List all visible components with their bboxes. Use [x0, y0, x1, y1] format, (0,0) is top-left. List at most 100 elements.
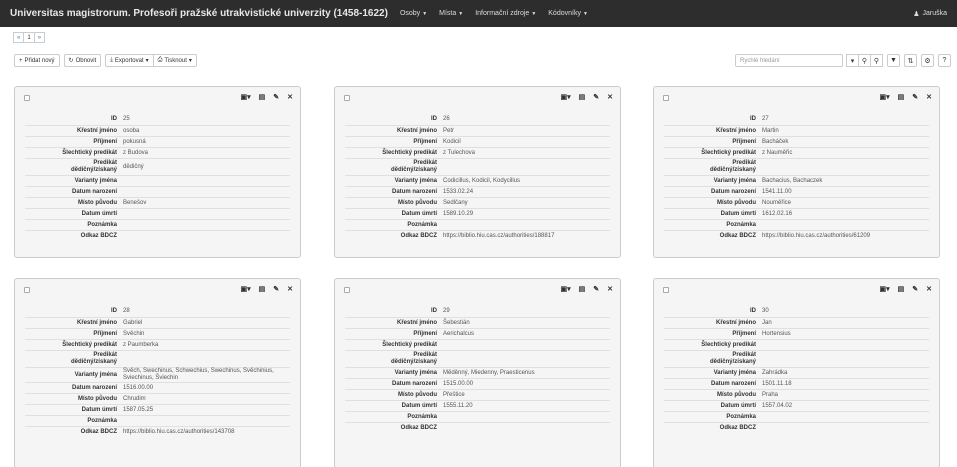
- add-new-label: Přidat nový: [24, 57, 55, 64]
- field-value: z Budova: [123, 149, 149, 156]
- zoom-icon: ⚲: [873, 57, 880, 65]
- menu-mista[interactable]: Místa ▼: [439, 10, 463, 17]
- add-new-button[interactable]: + Přidat nový: [14, 54, 60, 67]
- field-label: ID: [111, 116, 117, 122]
- add-dropdown-button[interactable]: ▣▾: [879, 93, 889, 101]
- field-label: Datum narození: [710, 188, 756, 195]
- field-label: Šlechtický predikát: [701, 341, 756, 348]
- field-surname: Příjmení Bacháček: [664, 136, 929, 147]
- edit-icon[interactable]: ✎: [273, 285, 279, 293]
- add-dropdown-button[interactable]: ▣▾: [560, 285, 570, 293]
- add-dropdown-button[interactable]: ▣▾: [879, 285, 889, 293]
- user-menu[interactable]: ♟ Jaruška: [913, 10, 947, 18]
- menu-osoby[interactable]: Osoby ▼: [400, 10, 427, 17]
- field-surname: Příjmení Svěchin: [25, 328, 290, 339]
- field-label: Šlechtický predikát: [62, 341, 117, 348]
- user-icon: ♟: [913, 10, 920, 18]
- field-first-name: Křestní jméno Petr: [345, 125, 610, 136]
- chevron-down-icon: ▾: [145, 58, 149, 64]
- card-body: ID 26 Křestní jméno Petr Příjmení Kodicil Š…: [335, 114, 620, 245]
- select-checkbox[interactable]: [344, 95, 350, 101]
- field-variants: Varianty jména Zahrádka: [664, 367, 929, 378]
- field-label: Predikát dědičný/získaný: [25, 160, 121, 174]
- field-value: Svěchin: [123, 330, 145, 337]
- field-label: Křestní jméno: [76, 127, 117, 134]
- edit-icon[interactable]: ✎: [912, 285, 918, 293]
- field-surname: Příjmení Hortensius: [664, 328, 929, 339]
- field-label-line1: Predikát: [732, 160, 756, 166]
- close-icon[interactable]: ✕: [926, 93, 932, 101]
- detail-view-button[interactable]: ▤: [579, 93, 586, 101]
- detail-view-button[interactable]: ▤: [259, 285, 266, 293]
- field-label: Datum narození: [391, 188, 437, 195]
- chevron-down-icon: ▾: [188, 58, 192, 64]
- field-birth: Datum narození 1516.00.00: [25, 382, 290, 393]
- select-checkbox[interactable]: [663, 95, 669, 101]
- detail-view-button[interactable]: ▤: [898, 93, 905, 101]
- field-label: Místo původu: [78, 199, 117, 206]
- quick-search-input[interactable]: Rychlé hledání: [735, 54, 843, 67]
- field-value[interactable]: https://biblio.hiu.cas.cz/authorities/18…: [441, 233, 610, 240]
- close-icon[interactable]: ✕: [607, 93, 613, 101]
- export-label: Exportovat: [114, 57, 144, 64]
- field-value: Bachacius, Bachaczek: [762, 177, 823, 184]
- field-origin: Místo původu Chrudim: [25, 393, 290, 404]
- field-value[interactable]: https://biblio.hiu.cas.cz/authorities/61…: [760, 233, 929, 240]
- field-label: Odkaz BDCZ: [719, 232, 756, 239]
- select-checkbox[interactable]: [344, 287, 350, 293]
- export-button[interactable]: ⤓ Exportovat ▾: [105, 54, 154, 67]
- add-dropdown-button[interactable]: ▣▾: [240, 93, 250, 101]
- select-checkbox[interactable]: [24, 95, 30, 101]
- menu-kodovniky-label: Kódovníky: [548, 10, 581, 17]
- sort-button[interactable]: ⇅: [904, 54, 917, 67]
- field-value: Hortensius: [762, 330, 791, 337]
- field-id: ID 27: [664, 114, 929, 125]
- field-value: 1533.02.24: [443, 188, 474, 195]
- app-title[interactable]: Universitas magistrorum. Profesoři pražs…: [10, 8, 388, 19]
- refresh-icon: ↻: [68, 58, 74, 64]
- settings-button[interactable]: ⚙: [921, 54, 934, 67]
- field-label: Příjmení: [93, 138, 117, 145]
- field-bdcz: Odkaz BDCZ: [664, 422, 929, 433]
- refresh-button[interactable]: ↻ Obnovit: [63, 54, 102, 67]
- edit-icon[interactable]: ✎: [593, 285, 599, 293]
- filter-icon: ▼: [890, 57, 897, 64]
- select-checkbox[interactable]: [24, 287, 30, 293]
- menu-informacni-zdroje[interactable]: Informační zdroje ▼: [475, 10, 536, 17]
- close-icon[interactable]: ✕: [287, 93, 293, 101]
- field-note: Poznámka: [25, 219, 290, 230]
- field-id: ID 25: [25, 114, 290, 125]
- edit-icon[interactable]: ✎: [273, 93, 279, 101]
- edit-icon[interactable]: ✎: [593, 93, 599, 101]
- field-bdcz: Odkaz BDCZ https://biblio.hiu.cas.cz/auth…: [664, 230, 929, 241]
- page-next-button[interactable]: »: [33, 32, 46, 43]
- detail-view-button[interactable]: ▤: [579, 285, 586, 293]
- field-value: Přeštice: [443, 391, 465, 398]
- toolbar: + Přidat nový ↻ Obnovit ⤓ Exportovat ▾ ⎙ Tisk…: [14, 54, 197, 67]
- field-noble-predicate: Šlechtický predikát: [345, 339, 610, 350]
- add-dropdown-button[interactable]: ▣▾: [240, 285, 250, 293]
- field-label: Varianty jména: [394, 177, 437, 184]
- field-note: Poznámka: [25, 415, 290, 426]
- advanced-search-button[interactable]: ⚲: [870, 54, 883, 67]
- field-label: Odkaz BDCZ: [400, 232, 437, 239]
- help-button[interactable]: ?: [938, 54, 951, 67]
- detail-view-button[interactable]: ▤: [259, 93, 266, 101]
- select-checkbox[interactable]: [663, 287, 669, 293]
- close-icon[interactable]: ✕: [926, 285, 932, 293]
- close-icon[interactable]: ✕: [607, 285, 613, 293]
- close-icon[interactable]: ✕: [287, 285, 293, 293]
- menu-kodovniky[interactable]: Kódovníky ▼: [548, 10, 588, 17]
- add-dropdown-button[interactable]: ▣▾: [560, 93, 570, 101]
- print-button[interactable]: ⎙ Tisknout ▾: [152, 54, 197, 67]
- card-header: ▣▾ ▤ ✎ ✕: [335, 279, 620, 306]
- field-label-line1: Predikát: [732, 352, 756, 358]
- field-predicate: Predikát dědičný/získaný: [345, 158, 610, 175]
- filter-button[interactable]: ▼: [887, 54, 900, 67]
- card-actions: ▣▾ ▤ ✎ ✕: [560, 93, 613, 101]
- edit-icon[interactable]: ✎: [912, 93, 918, 101]
- detail-view-button[interactable]: ▤: [898, 285, 905, 293]
- search-button-group: ▾ ⚲ ⚲: [846, 54, 883, 67]
- field-value[interactable]: https://biblio.hiu.cas.cz/authorities/14…: [121, 429, 290, 436]
- field-birth: Datum narození: [25, 186, 290, 197]
